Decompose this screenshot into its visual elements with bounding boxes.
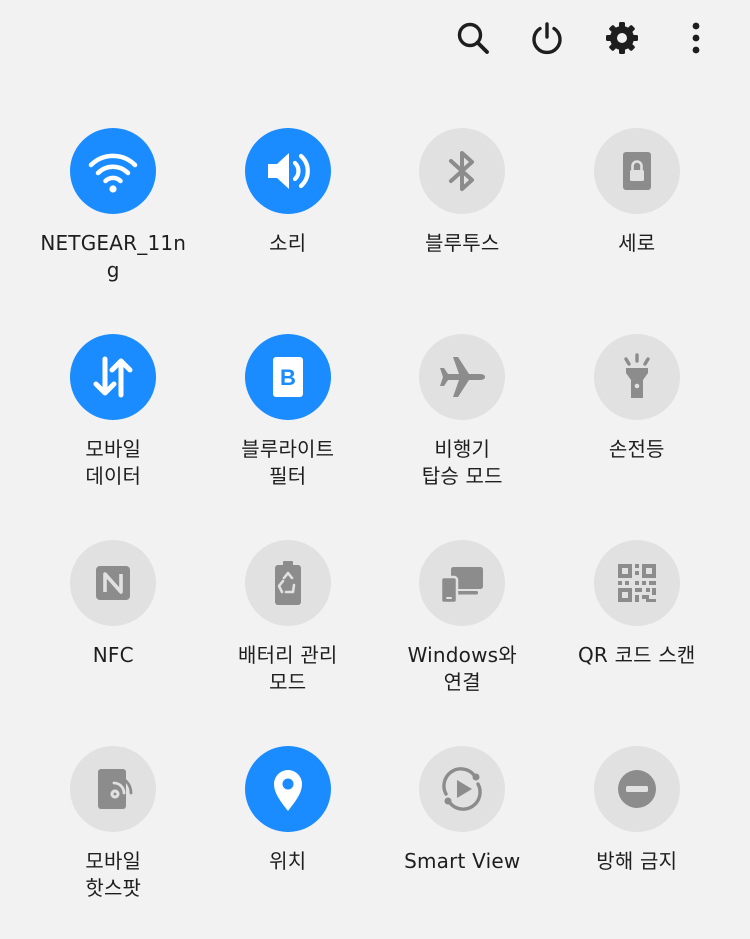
sound-icon <box>267 153 310 189</box>
tile-do-not-disturb[interactable]: 방해 금지 <box>550 746 725 939</box>
nfc-icon <box>96 566 131 600</box>
smart-view-icon <box>442 767 482 811</box>
tile-wifi-label: NETGEAR_11n g <box>40 231 187 282</box>
location-icon <box>273 770 302 811</box>
tile-flashlight-label: 손전등 <box>608 437 665 461</box>
wifi-icon <box>89 153 138 193</box>
tile-qr-scan-label: QR 코드 스캔 <box>577 643 696 667</box>
tile-mobile-data-button[interactable] <box>70 334 157 420</box>
tile-qr-scan[interactable]: QR 코드 스캔 <box>550 540 725 746</box>
tile-mobile-data-label: 모바일 데이터 <box>85 437 142 488</box>
tile-location[interactable]: 위치 <box>201 746 376 939</box>
hotspot-icon <box>98 769 133 809</box>
svg-text:B: B <box>280 365 296 390</box>
blue-light-filter-icon: B <box>272 357 303 397</box>
tile-bluetooth-label: 블루투스 <box>425 231 500 255</box>
tile-link-to-windows-button[interactable] <box>419 540 506 626</box>
more-options-icon[interactable] <box>674 16 718 60</box>
tile-airplane-mode[interactable]: 비행기 탑승 모드 <box>375 334 550 540</box>
tile-qr-scan-button[interactable] <box>593 540 680 626</box>
tile-smart-view[interactable]: Smart View <box>375 746 550 939</box>
tile-portrait-button[interactable] <box>593 128 680 214</box>
tile-battery-saver[interactable]: 배터리 관리 모드 <box>201 540 376 746</box>
tile-battery-saver-button[interactable] <box>244 540 331 626</box>
tile-airplane-mode-label: 비행기 탑승 모드 <box>421 437 503 488</box>
tile-link-to-windows[interactable]: Windows와 연결 <box>375 540 550 746</box>
tile-airplane-mode-button[interactable] <box>419 334 506 420</box>
tile-wifi-button[interactable] <box>70 128 157 214</box>
tile-hotspot[interactable]: 모바일 핫스팟 <box>26 746 201 939</box>
power-icon[interactable] <box>525 16 569 60</box>
qr-code-icon <box>617 564 656 602</box>
tile-bluetooth-button[interactable] <box>419 128 506 214</box>
tile-sound-button[interactable] <box>244 128 331 214</box>
tile-portrait-label: 세로 <box>618 231 656 255</box>
portrait-lock-icon <box>622 152 651 190</box>
tile-smart-view-label: Smart View <box>404 849 521 873</box>
quick-settings-grid: NETGEAR_11n g 소리 블루투스 세로 모바일 데이터 B 블루라이트… <box>26 128 724 939</box>
tile-blue-light-filter-button[interactable]: B <box>244 334 331 420</box>
tile-flashlight[interactable]: 손전등 <box>550 334 725 540</box>
tile-do-not-disturb-button[interactable] <box>593 746 680 832</box>
tile-wifi[interactable]: NETGEAR_11n g <box>26 128 201 334</box>
tile-blue-light-filter-label: 블루라이트 필터 <box>241 437 335 488</box>
bluetooth-icon <box>449 151 475 191</box>
tile-location-button[interactable] <box>244 746 331 832</box>
tile-nfc[interactable]: NFC <box>26 540 201 746</box>
tile-location-label: 위치 <box>269 849 307 873</box>
airplane-icon <box>440 357 486 397</box>
tile-mobile-data[interactable]: 모바일 데이터 <box>26 334 201 540</box>
search-icon[interactable] <box>451 16 495 60</box>
tile-do-not-disturb-label: 방해 금지 <box>596 849 678 873</box>
tile-sound-label: 소리 <box>269 231 307 255</box>
tile-flashlight-button[interactable] <box>593 334 680 420</box>
tile-link-to-windows-label: Windows와 연결 <box>407 643 517 694</box>
tile-bluetooth[interactable]: 블루투스 <box>375 128 550 334</box>
settings-icon[interactable] <box>600 16 644 60</box>
tile-hotspot-label: 모바일 핫스팟 <box>85 849 142 900</box>
quick-settings-top-bar <box>0 0 750 80</box>
mobile-data-icon <box>93 356 133 398</box>
tile-sound[interactable]: 소리 <box>201 128 376 334</box>
flashlight-icon <box>624 353 650 398</box>
tile-hotspot-button[interactable] <box>70 746 157 832</box>
link-to-windows-icon <box>440 567 484 605</box>
tile-battery-saver-label: 배터리 관리 모드 <box>237 643 338 694</box>
tile-blue-light-filter[interactable]: B 블루라이트 필터 <box>201 334 376 540</box>
tile-portrait[interactable]: 세로 <box>550 128 725 334</box>
battery-saver-icon <box>274 561 301 605</box>
tile-nfc-label: NFC <box>92 643 134 667</box>
tile-nfc-button[interactable] <box>70 540 157 626</box>
quick-settings-panel: NETGEAR_11n g 소리 블루투스 세로 모바일 데이터 B 블루라이트… <box>0 0 750 939</box>
tile-smart-view-button[interactable] <box>419 746 506 832</box>
do-not-disturb-icon <box>617 770 656 808</box>
